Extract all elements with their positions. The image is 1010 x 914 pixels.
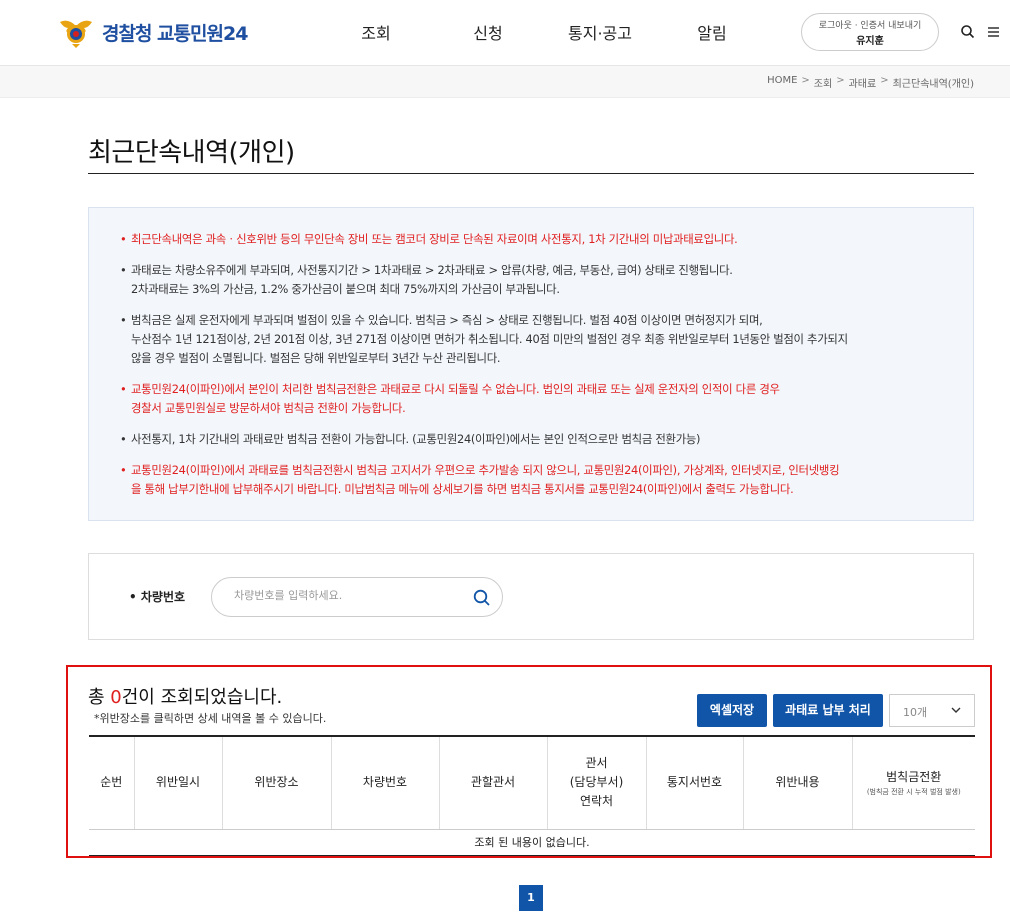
nav-item-inquiry[interactable]: 조회 [320,20,432,44]
notice-item: 범칙금은 실제 운전자에게 부과되며 벌점이 있을 수 있습니다. 범칙금 > … [117,311,957,368]
count-number: 0 [110,687,122,708]
main-nav: 조회 신청 통지·공고 알림 [320,20,768,44]
breadcrumb-fine[interactable]: 과태료 [849,75,877,90]
excel-save-button[interactable]: 엑셀저장 [697,694,767,727]
breadcrumb-separator: > [836,75,845,86]
violation-table: 순번 위반일시 위반장소 차량번호 관할관서 관서 (담당부서) 연락처 통지서… [89,735,975,856]
nav-item-apply[interactable]: 신청 [432,20,544,44]
user-box[interactable]: 로그아웃 · 인증서 내보내기 유지훈 [801,13,939,51]
notice-item: 과태료는 차량소유주에게 부과되며, 사전통지기간 > 1차과태료 > 2차과태… [117,261,957,299]
col-notice-no: 통지서번호 [645,735,743,830]
breadcrumb-home[interactable]: HOME [767,75,797,90]
search-label-text: 차량번호 [140,590,186,604]
breadcrumb-separator: > [801,75,810,86]
fine-payment-button[interactable]: 과태료 납부 처리 [773,694,883,727]
search-icon[interactable] [959,23,977,41]
notice-item: 최근단속내역은 과속ㆍ신호위반 등의 무인단속 장비 또는 캠코더 장비로 단속… [117,230,957,249]
table-row: 조회 된 내용이 없습니다. [89,829,975,856]
notice-box: 최근단속내역은 과속ㆍ신호위반 등의 무인단속 장비 또는 캠코더 장비로 단속… [88,207,974,521]
col-office-contact: 관서 (담당부서) 연락처 [546,735,646,830]
page-title: 최근단속내역(개인) [88,138,295,168]
logout-cert-links[interactable]: 로그아웃 · 인증서 내보내기 [802,18,938,31]
breadcrumb-inquiry[interactable]: 조회 [814,75,832,90]
page-size-value: 10개 [903,706,928,719]
notice-list: 최근단속내역은 과속ㆍ신호위반 등의 무인단속 장비 또는 캠코더 장비로 단속… [117,230,957,511]
breadcrumb: HOME > 조회 > 과태료 > 최근단속내역(개인) [767,75,974,90]
nav-item-alerts[interactable]: 알림 [656,20,768,44]
col-convert-title: 범칙금전환 [886,769,942,784]
count-suffix: 건이 조회되었습니다. [121,687,283,708]
nav-item-notice[interactable]: 통지·공고 [544,20,656,44]
col-seq: 순번 [89,735,134,830]
title-divider [88,173,974,174]
result-count: 총 0건이 조회되었습니다. [88,683,282,709]
col-violation: 위반내용 [742,735,852,830]
chevron-down-icon [951,707,961,713]
col-office: 관할관서 [438,735,547,830]
site-header: 경찰청 교통민원24 조회 신청 통지·공고 알림 로그아웃 · 인증서 내보내… [0,0,1010,66]
search-panel: • 차량번호 [88,553,974,640]
search-label: • 차량번호 [129,590,186,604]
col-plate: 차량번호 [330,735,439,830]
breadcrumb-bar: HOME > 조회 > 과태료 > 최근단속내역(개인) [0,66,1010,98]
col-location: 위반장소 [221,735,331,830]
police-emblem-icon [60,20,92,48]
user-name: 유지훈 [856,36,884,47]
empty-message: 조회 된 내용이 없습니다. [89,829,975,856]
search-field [211,577,503,617]
breadcrumb-separator: > [880,75,889,86]
count-prefix: 총 [88,687,111,708]
result-note: *위반장소를 클릭하면 상세 내역을 볼 수 있습니다. [94,712,327,725]
plate-number-input[interactable] [234,589,464,602]
site-logo[interactable]: 경찰청 교통민원24 [58,14,248,50]
col-convert-note: (범칙금 전환 시 누적 벌점 발생) [866,787,961,796]
notice-item: 교통민원24(이파인)에서 본인이 처리한 범칙금전환은 과태료로 다시 되돌릴… [117,380,957,418]
col-datetime: 위반일시 [133,735,222,830]
table-header-row: 순번 위반일시 위반장소 차량번호 관할관서 관서 (담당부서) 연락처 통지서… [89,735,975,830]
notice-item: 사전통지, 1차 기간내의 과태료만 범칙금 전환이 가능합니다. (교통민원2… [117,430,957,449]
notice-item: 교통민원24(이파인)에서 과태료를 범칙금전환시 범칙금 고지서가 우편으로 … [117,461,957,499]
breadcrumb-current: 최근단속내역(개인) [892,79,974,90]
col-convert: 범칙금전환 (범칙금 전환 시 누적 벌점 발생) [851,735,975,830]
search-icon[interactable] [472,588,492,608]
pagination-page-1[interactable]: 1 [519,885,543,911]
hamburger-menu-icon[interactable] [986,23,1004,41]
col-office-contact-text: 관서 (담당부서) 연락처 [569,756,624,809]
logo-text: 경찰청 교통민원24 [102,22,248,45]
result-section: 총 0건이 조회되었습니다. *위반장소를 클릭하면 상세 내역을 볼 수 있습… [66,665,992,858]
page-size-select[interactable]: 10개 [889,694,975,727]
